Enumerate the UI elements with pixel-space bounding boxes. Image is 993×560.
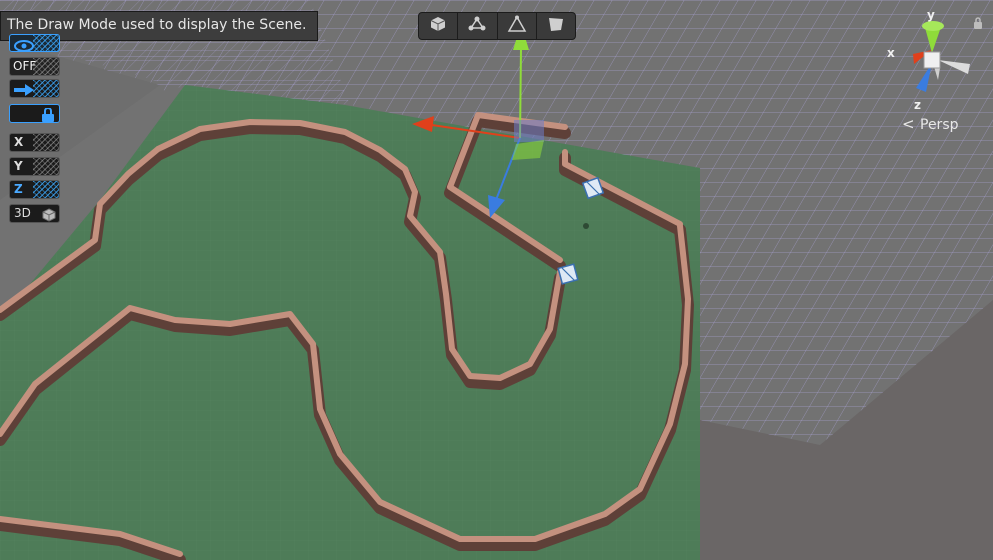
grid-3d-button[interactable]: 3D — [9, 204, 60, 223]
small-object — [583, 223, 589, 229]
gizmo-y-cap — [922, 21, 944, 31]
face-icon — [546, 15, 566, 37]
move-snap-button[interactable] — [9, 79, 60, 98]
grid-y-label: Y — [14, 159, 23, 173]
nodes-tool[interactable] — [458, 13, 498, 39]
snap-toggle[interactable]: OFF — [9, 57, 60, 76]
cube-tool[interactable] — [419, 13, 459, 39]
nodes-icon — [467, 15, 487, 37]
vertex-tool[interactable] — [498, 13, 537, 39]
lock-toggle[interactable] — [9, 104, 60, 123]
eye-icon — [13, 37, 35, 51]
grid-icon — [33, 134, 59, 151]
grid-icon — [33, 158, 59, 175]
grid-icon — [33, 80, 59, 97]
gizmo-x-label: x — [887, 46, 895, 60]
grid-x-label: X — [14, 135, 24, 149]
gizmo-xy-plane[interactable] — [514, 120, 544, 142]
grid-z-button[interactable]: Z — [9, 180, 60, 199]
lock-icon[interactable] — [973, 14, 983, 29]
draw-mode-button[interactable] — [9, 34, 60, 52]
gizmo-y-label: y — [927, 8, 935, 22]
scene-view[interactable] — [0, 0, 993, 560]
lock-icon — [40, 107, 56, 122]
chevron-left-icon: < — [902, 115, 915, 133]
cube-icon — [429, 15, 447, 37]
grid-3d-label: 3D — [14, 206, 31, 220]
scene-viewport[interactable]: The Draw Mode used to display the Scene.… — [0, 0, 993, 560]
grid-x-button[interactable]: X — [9, 133, 60, 152]
arrow-right-icon — [13, 82, 35, 97]
gizmo-negx-cone[interactable] — [938, 60, 970, 74]
grid-icon — [33, 58, 59, 75]
triangle-vertex-icon — [507, 15, 527, 37]
orientation-gizmo-svg[interactable] — [880, 8, 985, 118]
gizmo-center-cube[interactable] — [923, 51, 941, 69]
grid-icon — [33, 181, 59, 198]
gizmo-z-label: z — [914, 98, 921, 112]
projection-toggle[interactable]: Persp — [920, 117, 959, 133]
face-tool[interactable] — [537, 13, 575, 39]
cube-icon — [42, 207, 56, 222]
scene-top-toolbar — [418, 12, 576, 40]
crate-2[interactable] — [557, 263, 579, 285]
grid-z-label: Z — [14, 182, 23, 196]
grid-icon — [33, 35, 59, 51]
grid-y-button[interactable]: Y — [9, 157, 60, 176]
